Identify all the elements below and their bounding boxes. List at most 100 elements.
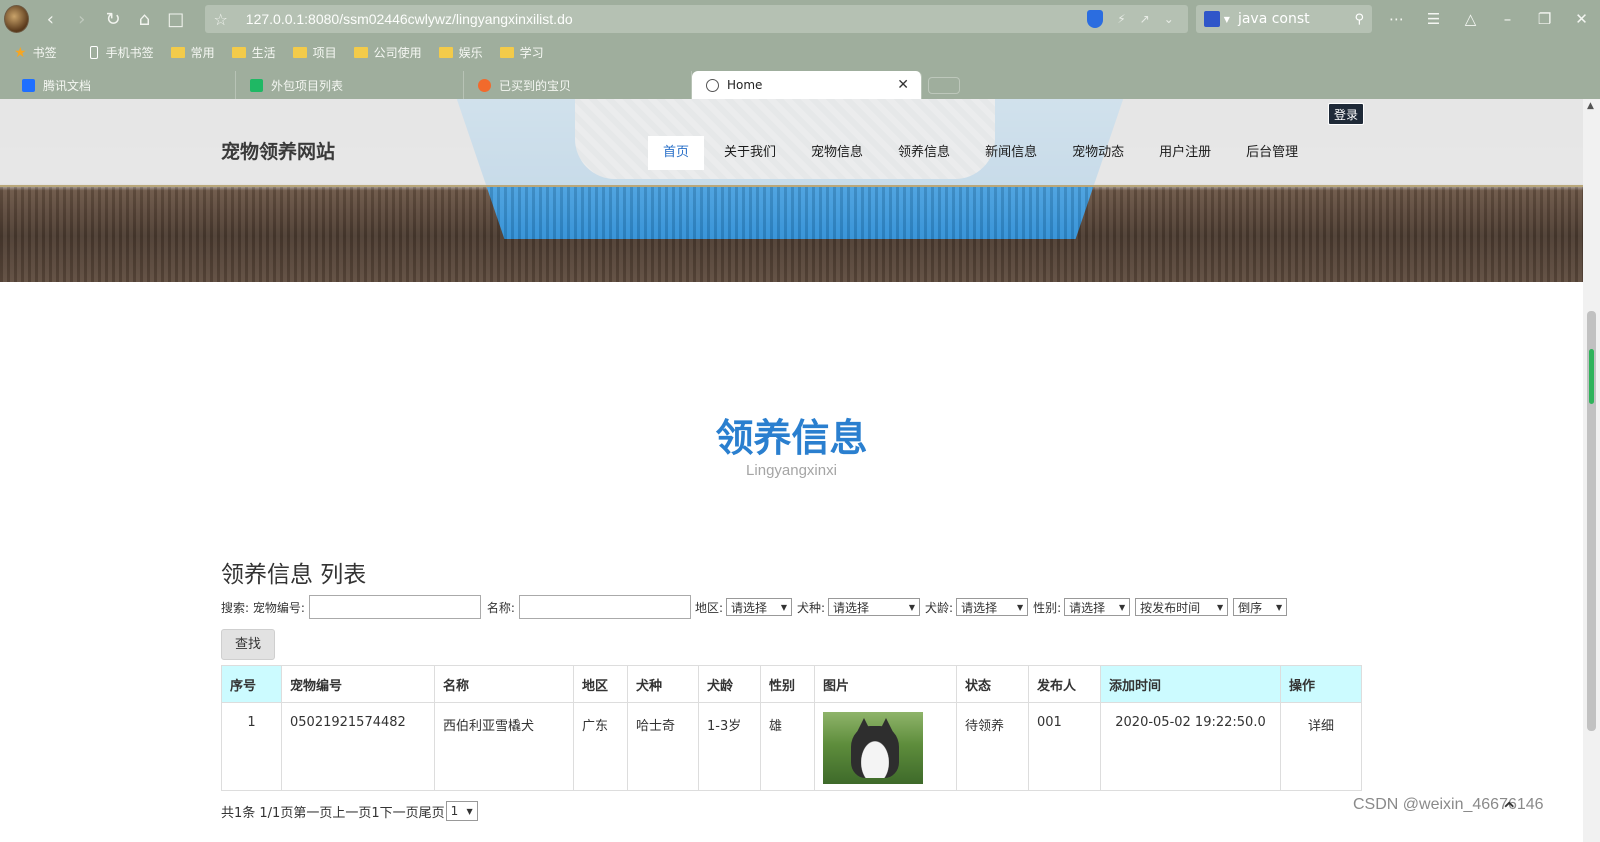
more-icon[interactable]: ⋯ <box>1378 10 1415 28</box>
page-select[interactable]: 1 ▼ <box>445 801 478 821</box>
tab-taobao[interactable]: 已买到的宝贝 <box>464 71 692 99</box>
browser-search-box[interactable]: ▼ java const ⚲ <box>1195 5 1373 33</box>
dropdown-arrow-icon: ▼ <box>466 806 473 816</box>
detail-link[interactable]: 详细 <box>1280 702 1362 791</box>
close-tab-icon[interactable]: ✕ <box>897 77 909 93</box>
nav-about[interactable]: 关于我们 <box>709 136 791 170</box>
nav-admin[interactable]: 后台管理 <box>1231 136 1313 170</box>
address-bar[interactable]: ☆ 127.0.0.1:8080/ssm02446cwlywz/lingyang… <box>205 5 1188 33</box>
banner-carpet-texture <box>0 187 1583 282</box>
col-gender: 性别 <box>760 665 815 703</box>
bookmark-folder[interactable]: 学习 <box>499 44 544 61</box>
gender-select[interactable]: 请选择 ▼ <box>1064 598 1131 616</box>
cell-image <box>814 702 957 791</box>
pagination: 共1条 1/1页第一页上一页1下一页尾页 1 ▼ <box>221 801 483 821</box>
bookmarks-bar: ★ 书签 手机书签 常用 生活 项目 公司使用 娱乐 学习 <box>0 38 1600 67</box>
breed-select[interactable]: 请选择 ▼ <box>828 598 921 616</box>
dropdown-arrow-icon: ▼ <box>1118 602 1126 612</box>
nav-pet-updates[interactable]: 宠物动态 <box>1057 136 1139 170</box>
back-icon[interactable]: ‹ <box>35 9 66 30</box>
search-icon[interactable]: ⚲ <box>1355 12 1365 27</box>
hero-banner: 宠物领养网站 登录 首页 关于我们 宠物信息 领养信息 新闻信息 宠物动态 用户… <box>0 99 1583 282</box>
name-label: 名称: <box>486 600 515 615</box>
cell-publisher: 001 <box>1028 702 1101 791</box>
dropdown-arrow-icon: ▼ <box>780 602 787 612</box>
restore-icon[interactable]: ❐ <box>1526 10 1563 28</box>
globe-icon <box>706 78 719 92</box>
nav-pet-info[interactable]: 宠物信息 <box>796 136 878 170</box>
age-label: 犬龄: <box>925 600 954 615</box>
main-nav: 首页 关于我们 宠物信息 领养信息 新闻信息 宠物动态 用户注册 后台管理 <box>648 136 1318 170</box>
search-engine-icon[interactable] <box>1203 11 1220 27</box>
menu-icon[interactable]: ☰ <box>1415 10 1452 28</box>
security-shield-icon[interactable] <box>1087 10 1104 28</box>
cell-gender: 雄 <box>760 702 815 791</box>
skin-icon[interactable]: △ <box>1452 10 1489 28</box>
dropdown-arrow-icon: ▼ <box>908 602 916 612</box>
name-input[interactable] <box>518 595 691 619</box>
cell-breed: 哈士奇 <box>627 702 699 791</box>
section-title: 领养信息 <box>715 416 868 460</box>
col-age: 犬龄 <box>698 665 761 703</box>
folder-icon <box>292 47 307 58</box>
new-tab-button[interactable] <box>928 77 960 94</box>
bookmark-folder[interactable]: 生活 <box>231 44 276 61</box>
chevron-down-icon[interactable]: ⌄ <box>1164 12 1174 26</box>
cell-added-time: 2020-05-02 19:22:50.0 <box>1100 702 1281 791</box>
tab-strip: 腾讯文档 外包项目列表 已买到的宝贝 Home ✕ <box>0 67 1600 99</box>
minimize-icon[interactable]: – <box>1489 10 1526 28</box>
tab-home[interactable]: Home ✕ <box>692 71 922 99</box>
close-window-icon[interactable]: ✕ <box>1563 10 1600 28</box>
home-icon[interactable]: ⌂ <box>129 9 160 30</box>
nav-register[interactable]: 用户注册 <box>1144 136 1226 170</box>
forward-icon[interactable]: › <box>66 9 97 30</box>
bookmark-item[interactable]: ★ 书签 <box>14 44 57 61</box>
bookmark-item[interactable]: 手机书签 <box>89 44 154 61</box>
login-button[interactable]: 登录 <box>1328 103 1364 125</box>
bookmark-folder[interactable]: 项目 <box>292 44 337 61</box>
bookmark-folder[interactable]: 娱乐 <box>438 44 483 61</box>
scroll-up-icon[interactable]: ▲ <box>1587 101 1594 111</box>
bookmark-star-icon[interactable]: ☆ <box>213 10 227 29</box>
reading-mode-icon[interactable]: □ <box>160 9 191 30</box>
col-region: 地区 <box>573 665 628 703</box>
site-title[interactable]: 宠物领养网站 <box>221 137 335 164</box>
pet-id-input[interactable] <box>308 595 481 619</box>
profile-avatar[interactable] <box>4 5 29 33</box>
col-breed: 犬种 <box>627 665 699 703</box>
nav-home[interactable]: 首页 <box>648 136 705 170</box>
share-icon[interactable]: ↗ <box>1140 12 1150 26</box>
bookmark-folder[interactable]: 公司使用 <box>353 44 422 61</box>
region-label: 地区: <box>694 600 723 615</box>
sort-order-select[interactable]: 倒序 ▼ <box>1233 598 1288 616</box>
col-added-time: 添加时间 <box>1100 665 1281 703</box>
nav-adoption-info[interactable]: 领养信息 <box>883 136 965 170</box>
col-publisher: 发布人 <box>1028 665 1101 703</box>
col-pet-id: 宠物编号 <box>281 665 435 703</box>
sort-by-select[interactable]: 按发布时间 ▼ <box>1135 598 1229 616</box>
scroll-indicator <box>1589 349 1594 404</box>
taobao-icon <box>478 78 491 92</box>
tab-project-list[interactable]: 外包项目列表 <box>236 71 464 99</box>
dropdown-arrow-icon: ▼ <box>1275 602 1283 612</box>
pager-text[interactable]: 共1条 1/1页第一页上一页1下一页尾页 <box>221 802 445 821</box>
flash-icon[interactable]: ⚡ <box>1117 12 1125 26</box>
browser-titlebar: ‹ › ↻ ⌂ □ ☆ 127.0.0.1:8080/ssm02446cwlyw… <box>0 0 1600 38</box>
pet-photo-husky[interactable] <box>823 712 923 784</box>
browser-search-text[interactable]: java const <box>1238 11 1310 27</box>
back-to-top-icon[interactable]: ⌃ <box>1500 799 1530 824</box>
page-scrollbar[interactable]: ▲ <box>1583 99 1600 842</box>
bookmark-folder[interactable]: 常用 <box>170 44 215 61</box>
col-status: 状态 <box>956 665 1029 703</box>
url-text[interactable]: 127.0.0.1:8080/ssm02446cwlywz/lingyangxi… <box>246 11 573 27</box>
col-name: 名称 <box>434 665 574 703</box>
search-engine-dropdown-icon[interactable]: ▼ <box>1224 15 1230 24</box>
reload-icon[interactable]: ↻ <box>97 9 128 30</box>
region-select[interactable]: 请选择 ▼ <box>726 598 792 616</box>
tencent-docs-icon <box>22 78 35 92</box>
gender-label: 性别: <box>1033 600 1062 615</box>
find-button[interactable]: 查找 <box>221 629 275 660</box>
tab-tencent-docs[interactable]: 腾讯文档 <box>8 71 236 99</box>
nav-news[interactable]: 新闻信息 <box>970 136 1052 170</box>
age-select[interactable]: 请选择 ▼ <box>956 598 1029 616</box>
